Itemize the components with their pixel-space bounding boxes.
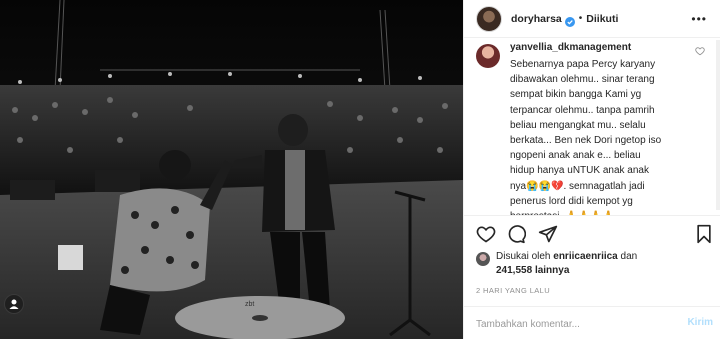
likes-suffix[interactable]: lainnya [535,265,569,276]
post-timestamp[interactable]: 2 HARI YANG LALU [476,286,550,295]
commenter-avatar[interactable] [476,44,500,68]
user-tag-icon[interactable] [4,294,24,314]
author-avatar[interactable] [476,5,502,32]
likes-line-1: Disukai oleh enriicaenriica dan [496,251,637,262]
cymbal-brand-text: zbt [245,301,254,308]
concert-stage-photo: zbt [0,0,463,339]
commenter-username[interactable]: yanvellia_dkmanagement [510,42,631,53]
likes-conjunction: dan [620,251,638,262]
follow-status-button[interactable]: Diikuti [586,13,618,25]
action-bar [464,215,720,251]
likes-count[interactable]: 241,558 [496,265,532,276]
comment-icon[interactable] [506,224,527,244]
likes-line-2[interactable]: 241,558 lainnya [496,265,569,276]
likes-prefix: Disukai oleh [496,251,551,262]
post-detail-panel: doryharsa • Diikuti ••• yanvellia_dkmana… [463,0,720,339]
add-comment-bar: Kirim [464,306,720,339]
author-username[interactable]: doryharsa [511,13,562,25]
comment-input[interactable] [476,315,666,333]
post-photo[interactable]: zbt [0,0,463,339]
comments-scrollbar[interactable] [716,40,720,210]
likes-summary: Disukai oleh enriicaenriica dan 241,558 … [476,250,711,280]
post-comment-button[interactable]: Kirim [687,317,713,328]
verified-badge-icon [564,14,575,27]
post-header: doryharsa • Diikuti ••• [464,0,720,38]
heart-icon[interactable] [476,224,496,244]
liked-by-avatar[interactable] [476,252,490,266]
comments-list: yanvellia_dkmanagement Sebenarnya papa P… [464,38,720,215]
liked-by-username[interactable]: enriicaenriica [553,251,617,262]
share-icon[interactable] [538,224,558,244]
bookmark-icon[interactable] [694,224,714,244]
more-options-icon[interactable]: ••• [691,12,707,26]
header-separator: • [578,13,583,24]
comment-text: Sebenarnya papa Percy karyany dibawakan … [510,59,662,215]
